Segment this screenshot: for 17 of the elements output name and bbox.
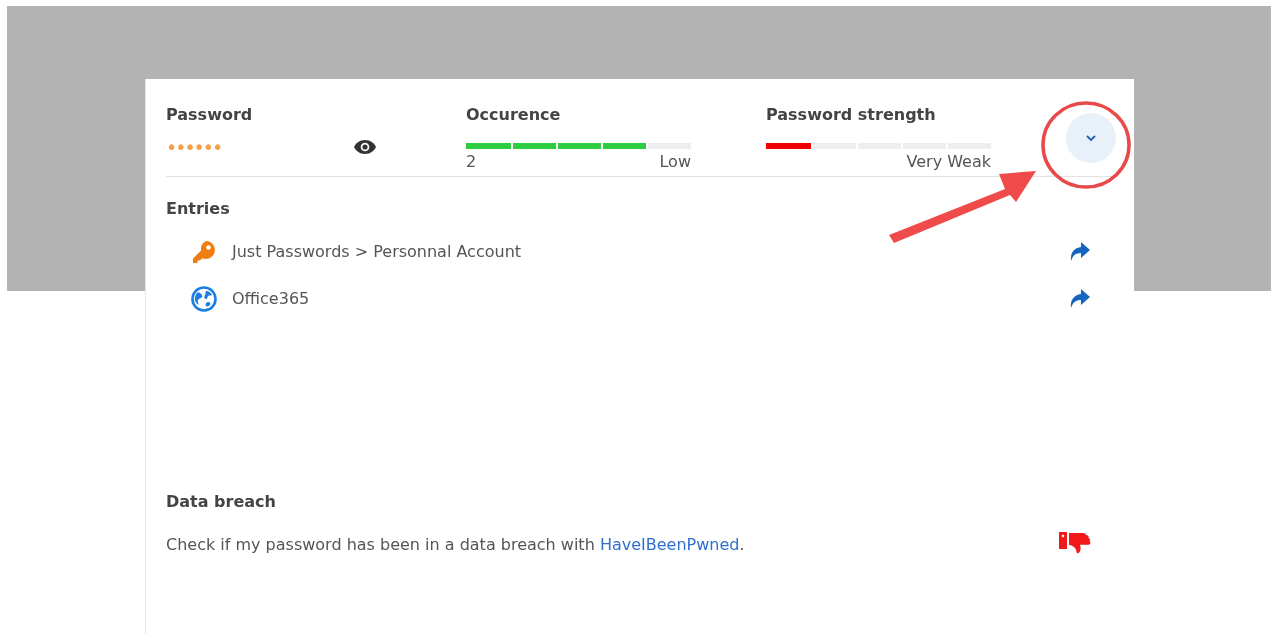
chevron-down-icon — [1085, 134, 1097, 142]
key-icon — [191, 238, 217, 265]
occurrence-count: 2 — [466, 152, 477, 171]
column-label: Password — [166, 105, 253, 124]
column-label: Occurence — [466, 105, 561, 126]
breach-description: Check if my password has been in a data breach with HaveIBeenPwned. — [166, 535, 745, 554]
section-title: Data breach — [166, 492, 276, 511]
column-label: Password strength — [766, 105, 936, 126]
section-title: Entries — [166, 199, 230, 218]
eye-icon[interactable] — [353, 139, 377, 155]
haveibeenpwned-link[interactable]: HaveIBeenPwned — [599, 535, 740, 554]
rating-text: Very Weak — [906, 152, 991, 171]
password-value: •••••• — [166, 136, 222, 158]
entry-title[interactable]: Office365 — [232, 289, 1066, 308]
rating-text: Low — [659, 152, 691, 171]
globe-icon — [191, 285, 217, 312]
entry-title[interactable]: Just Passwords > Personnal Account — [232, 242, 1066, 261]
